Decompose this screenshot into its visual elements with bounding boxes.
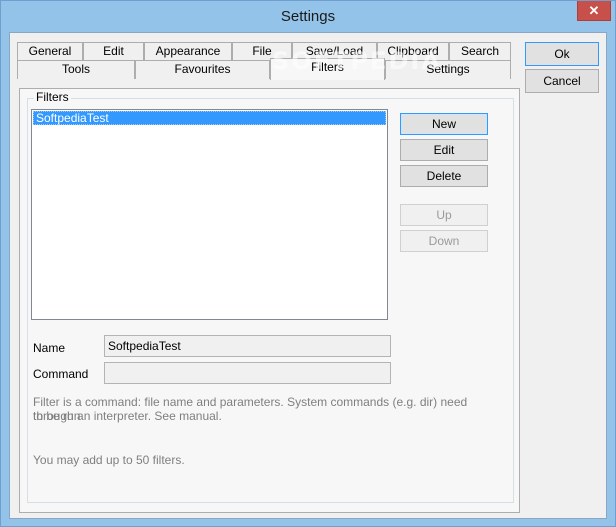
tab-filters[interactable]: Filters [270,58,385,80]
filters-panel: Filters SoftpediaTest New Edit Delete Up… [19,88,520,513]
close-button[interactable]: ✕ [577,1,611,21]
settings-window: Settings ✕ General Edit Appearance File … [0,0,616,527]
cancel-button[interactable]: Cancel [525,69,599,93]
tab-favourites[interactable]: Favourites [135,60,270,79]
filters-list[interactable]: SoftpediaTest [31,109,388,320]
new-button[interactable]: New [400,113,488,135]
command-label: Command [33,367,89,381]
tab-search[interactable]: Search [449,42,511,61]
title-bar[interactable]: Settings ✕ [1,1,615,32]
window-title: Settings [280,8,336,25]
filter-limit-note: You may add up to 50 filters. [33,453,185,467]
list-item[interactable]: SoftpediaTest [33,111,386,125]
name-field[interactable]: SoftpediaTest [104,335,391,357]
tab-clipboard[interactable]: Clipboard [377,42,449,61]
tab-appearance[interactable]: Appearance [144,42,232,61]
close-icon: ✕ [588,3,600,18]
filter-help-line2: through an interpreter. See manual. [33,409,222,423]
tab-tools[interactable]: Tools [17,60,135,79]
filters-groupbox: Filters SoftpediaTest New Edit Delete Up… [27,90,514,503]
ok-button[interactable]: Ok [525,42,599,66]
down-button[interactable]: Down [400,230,488,252]
tab-general[interactable]: General [17,42,83,61]
groupbox-title: Filters [34,90,71,104]
command-field[interactable] [104,362,391,384]
delete-button[interactable]: Delete [400,165,488,187]
edit-button[interactable]: Edit [400,139,488,161]
up-button[interactable]: Up [400,204,488,226]
tab-settings[interactable]: Settings [385,60,511,79]
dialog-body: General Edit Appearance File Save/Load C… [9,32,607,519]
name-label: Name [33,341,66,355]
tab-edit[interactable]: Edit [83,42,144,61]
